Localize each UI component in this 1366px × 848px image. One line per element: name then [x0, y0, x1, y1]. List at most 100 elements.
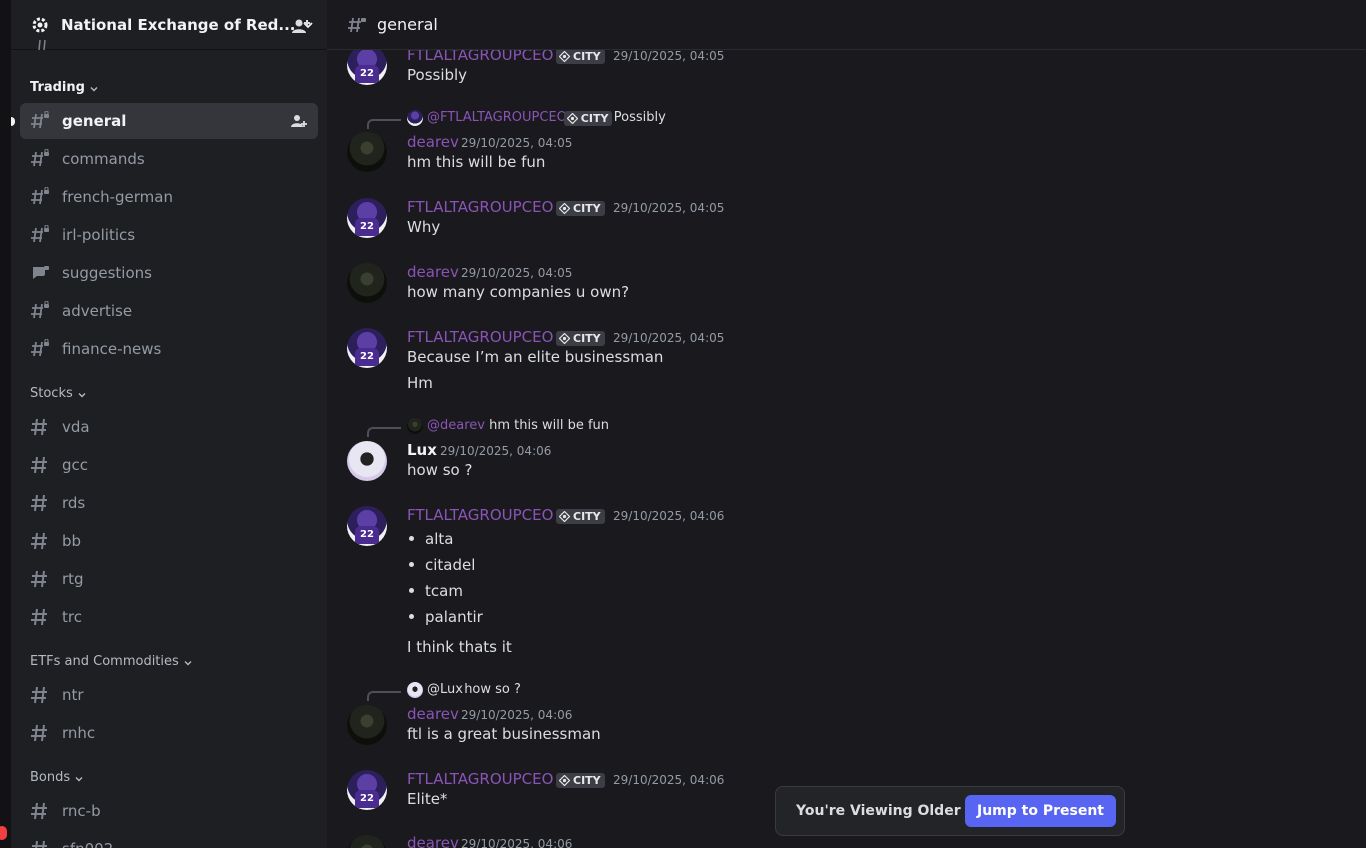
- role-tag: CITY: [556, 773, 605, 788]
- username[interactable]: dearev: [407, 834, 459, 848]
- chevron-down-icon: [183, 657, 193, 667]
- timestamp: 29/10/2025, 04:06: [613, 773, 725, 787]
- message-text: I think thats it: [407, 638, 512, 656]
- hash-lock-icon: [30, 111, 50, 131]
- username[interactable]: FTLALTAGROUPCEO: [407, 506, 553, 524]
- channel-item-irl-politics[interactable]: irl-politics: [20, 217, 318, 253]
- channel-label: vda: [62, 418, 90, 436]
- hash-icon: [30, 839, 50, 848]
- avatar-jersey: 22: [355, 65, 379, 83]
- avatar[interactable]: 22: [347, 328, 387, 368]
- timestamp: 29/10/2025, 04:05: [461, 266, 573, 280]
- role-icon: [558, 50, 571, 63]
- role-icon: [566, 112, 579, 125]
- hash-lock-icon: [30, 225, 50, 245]
- channel-item-rnhc[interactable]: rnhc: [20, 715, 318, 751]
- channel-label: suggestions: [62, 264, 152, 282]
- role-tag-label: CITY: [573, 510, 601, 523]
- timestamp: 29/10/2025, 04:06: [613, 509, 725, 523]
- reply-avatar: [407, 418, 423, 434]
- avatar[interactable]: [347, 705, 387, 745]
- jump-to-present-button[interactable]: Jump to Present: [965, 795, 1116, 827]
- avatar[interactable]: [347, 441, 387, 481]
- avatar[interactable]: 22: [347, 198, 387, 238]
- username[interactable]: dearev: [407, 263, 459, 281]
- channel-item-rtg[interactable]: rtg: [20, 561, 318, 597]
- chat-area: general 22 FTLALTAGROUPCEO CITY 29/10/2025,…: [327, 0, 1366, 848]
- server-header[interactable]: National Exchange of Red...: [11, 0, 327, 50]
- avatar-jersey: 22: [355, 218, 379, 236]
- category-stocks[interactable]: Stocks: [30, 386, 87, 401]
- channel-item-sfn002[interactable]: sfn002: [20, 831, 318, 848]
- username[interactable]: FTLALTAGROUPCEO: [407, 198, 553, 216]
- reply-preview-text[interactable]: how so ?: [464, 682, 521, 697]
- reply-preview-text[interactable]: Possibly: [614, 110, 666, 125]
- chevron-down-icon: [74, 773, 84, 783]
- role-tag: CITY: [556, 201, 605, 216]
- hash-icon: [30, 569, 50, 589]
- channel-label: rnc-b: [62, 802, 101, 820]
- reply-preview-text[interactable]: hm this will be fun: [489, 418, 609, 433]
- hash-lock-icon: [30, 149, 50, 169]
- channel-label: advertise: [62, 302, 133, 320]
- reply-author[interactable]: @dearev: [427, 418, 485, 433]
- message-text: hm this will be fun: [407, 153, 546, 171]
- channel-item-finance-news[interactable]: finance-news: [20, 331, 318, 367]
- category-label: Trading: [30, 80, 85, 95]
- hash-icon: [30, 723, 50, 743]
- avatar[interactable]: [347, 263, 387, 303]
- channel-item-advertise[interactable]: advertise: [20, 293, 318, 329]
- server-name: National Exchange of Red...: [61, 15, 296, 34]
- avatar[interactable]: [347, 835, 387, 848]
- timestamp: 29/10/2025, 04:06: [461, 837, 573, 848]
- older-messages-banner: You're Viewing Older Messages Jump to Pr…: [775, 786, 1125, 836]
- channel-item-commands[interactable]: commands: [20, 141, 318, 177]
- channel-item-ntr[interactable]: ntr: [20, 677, 318, 713]
- avatar[interactable]: 22: [347, 770, 387, 810]
- reply-avatar: [407, 110, 423, 126]
- channel-label: bb: [62, 532, 82, 550]
- hash-icon: [30, 685, 50, 705]
- timestamp: 29/10/2025, 04:06: [440, 444, 552, 458]
- hash-icon: [30, 493, 50, 513]
- role-icon: [558, 774, 571, 787]
- list-item: citadel: [407, 556, 475, 574]
- category-bonds[interactable]: Bonds: [30, 770, 84, 785]
- username[interactable]: dearev: [407, 133, 459, 151]
- discord-app: National Exchange of Red... Trading gener…: [0, 0, 1366, 848]
- create-invite-icon[interactable]: [290, 112, 308, 130]
- channel-label: commands: [62, 150, 145, 168]
- username[interactable]: dearev: [407, 705, 459, 723]
- reply-author[interactable]: @FTLALTAGROUPCEO: [427, 110, 567, 125]
- channel-item-suggestions[interactable]: suggestions: [20, 255, 318, 291]
- channel-item-trc[interactable]: trc: [20, 599, 318, 635]
- message-text: Hm: [407, 374, 433, 392]
- role-icon: [558, 510, 571, 523]
- reply-author[interactable]: @Lux: [427, 682, 463, 697]
- username[interactable]: Lux: [407, 441, 437, 459]
- chevron-down-icon: [89, 83, 99, 93]
- channel-item-rds[interactable]: rds: [20, 485, 318, 521]
- avatar[interactable]: 22: [347, 506, 387, 546]
- category-trading[interactable]: Trading: [30, 80, 99, 95]
- role-tag-label: CITY: [573, 50, 601, 63]
- reply-role-tag: CITY: [563, 111, 613, 126]
- channel-item-rnc-b[interactable]: rnc-b: [20, 793, 318, 829]
- channel-item-general[interactable]: general: [20, 103, 318, 139]
- channel-item-vda[interactable]: vda: [20, 409, 318, 445]
- channel-item-french-german[interactable]: french-german: [20, 179, 318, 215]
- username[interactable]: FTLALTAGROUPCEO: [407, 328, 553, 346]
- list-item: alta: [407, 530, 453, 548]
- username[interactable]: FTLALTAGROUPCEO: [407, 770, 553, 788]
- category-etfs-and-commodities[interactable]: ETFs and Commodities: [30, 654, 193, 669]
- channel-item-bb[interactable]: bb: [20, 523, 318, 559]
- message-text: how many companies u own?: [407, 283, 630, 301]
- invite-people-icon[interactable]: [291, 16, 311, 36]
- role-icon: [558, 202, 571, 215]
- channel-label: finance-news: [62, 340, 162, 358]
- avatar[interactable]: 22: [347, 45, 387, 85]
- avatar[interactable]: [347, 132, 387, 172]
- channel-label: irl-politics: [62, 226, 136, 244]
- channel-item-gcc[interactable]: gcc: [20, 447, 318, 483]
- avatar-jersey: 22: [355, 348, 379, 366]
